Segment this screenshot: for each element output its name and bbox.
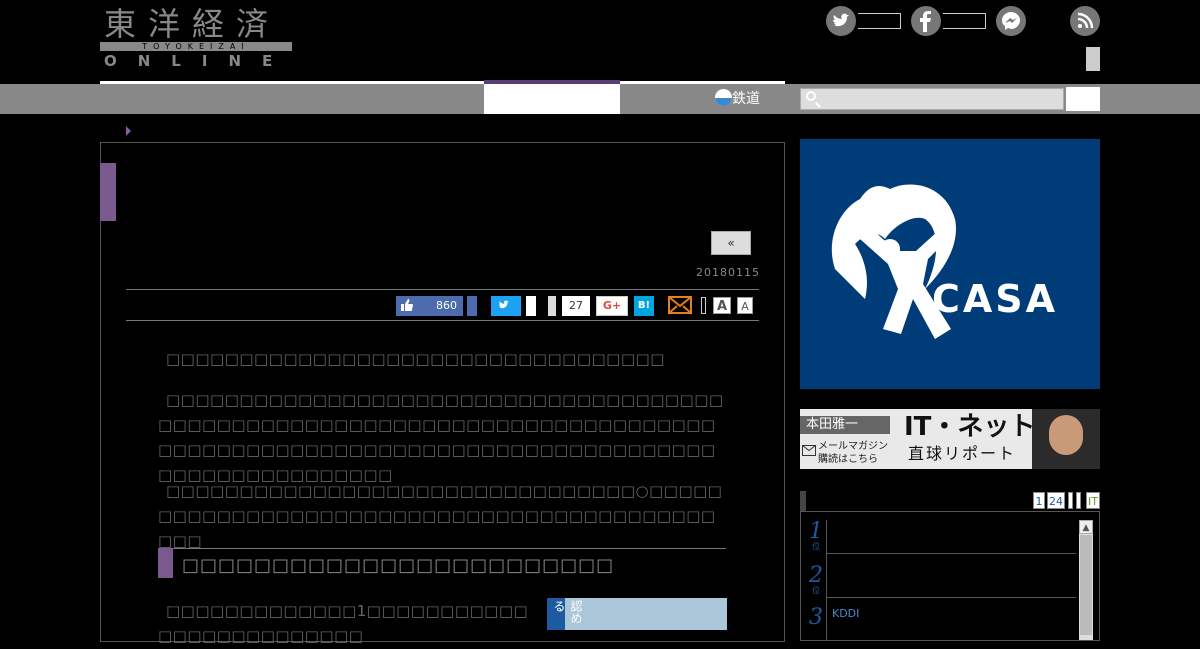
messenger-icon[interactable]: [996, 6, 1026, 36]
ranking-suffix-2: 位: [812, 586, 820, 595]
search-button[interactable]: [1066, 87, 1100, 111]
newsletter-author: 本田雅一: [800, 416, 890, 434]
pocket-count: 27: [562, 296, 590, 316]
newsletter-title-bottom: 直球リポート: [908, 444, 1017, 463]
envelope-icon: [802, 445, 816, 459]
thumbs-up-icon: [400, 298, 414, 315]
casa-brand-text: CASA: [932, 277, 1059, 321]
mail-icon[interactable]: [668, 296, 692, 316]
print-button[interactable]: [701, 297, 706, 314]
article-paragraph-3: □□□□□□□□□□□□□□□□□□□□□□□□□□□□□□□□○□□□□□□□…: [158, 482, 723, 550]
google-plus-button[interactable]: G+: [596, 296, 628, 316]
rss-icon[interactable]: [1070, 6, 1100, 36]
ranking-number-2: 2: [809, 563, 823, 588]
search-input[interactable]: [800, 88, 1064, 110]
train-icon: [715, 89, 732, 106]
book-cover-image[interactable]: 認める: [547, 598, 727, 630]
ranking-number-3: 3: [809, 605, 823, 630]
ranking-separator: [826, 553, 1076, 554]
font-size-small-button[interactable]: A: [737, 297, 753, 314]
ranking-scroll-thumb[interactable]: [1080, 535, 1092, 635]
nav-item-railway[interactable]: 鉄道: [715, 88, 760, 110]
ranking-number-1: 1: [809, 519, 823, 544]
pocket-button[interactable]: [548, 296, 556, 316]
breadcrumb-arrow-icon: [126, 126, 131, 136]
newsletter-sub-2: 購読はこちら: [818, 454, 878, 465]
subheading-rule: [158, 548, 726, 549]
ranking-separator: [826, 597, 1076, 598]
ranking-tab-3[interactable]: [1068, 492, 1073, 509]
ranking-tab-1[interactable]: 1: [1033, 492, 1045, 509]
hatena-bookmark-button[interactable]: B!: [634, 296, 654, 316]
article-paragraph-2: □□□□□□□□□□□□□□□□□□□□□□□□□□□□□□□□□□□□□□□□…: [158, 391, 724, 484]
ranking-suffix-1: 位: [812, 542, 820, 551]
article-paragraph-4: □□□□□□□□□□□□□1□□□□□□□□□□□□□□□□□□□□□□□□□: [158, 602, 529, 645]
article-title-accent: [100, 163, 116, 221]
font-size-large-button[interactable]: A: [713, 297, 731, 314]
article-subheading: □□□□□□□□□□□□□□□□□□□□□□□□: [182, 555, 615, 576]
header-side-widget[interactable]: [1086, 47, 1100, 71]
ranking-header-accent: [800, 491, 806, 511]
newsletter-title-top: IT・ネット: [904, 412, 1036, 442]
logo-online: ONLINE: [104, 52, 294, 70]
facebook-count-box: [943, 13, 986, 29]
twitter-count-box: [526, 296, 536, 316]
search-icon: [806, 91, 816, 101]
subheading-accent: [158, 548, 173, 578]
site-logo[interactable]: 東洋経済: [104, 6, 280, 42]
ranking-tab-it[interactable]: IT: [1086, 492, 1100, 509]
twitter-bird-icon: [499, 300, 509, 309]
book-title: 認める: [552, 600, 583, 624]
nav-item-railway-label: 鉄道: [732, 91, 760, 107]
article-date: 20180115: [696, 266, 760, 279]
scroll-up-icon[interactable]: ▲: [1079, 520, 1093, 534]
facebook-like-button[interactable]: 860: [396, 296, 463, 316]
author-photo-face: [1049, 415, 1083, 455]
twitter-icon[interactable]: [826, 6, 856, 36]
facebook-icon[interactable]: [911, 6, 941, 36]
twitter-count-box: [858, 13, 901, 29]
casa-ad-banner[interactable]: CASA: [800, 139, 1100, 389]
share-divider-top: [126, 289, 759, 290]
nav-tab-active[interactable]: [484, 84, 620, 114]
article-paragraph-1: □□□□□□□□□□□□□□□□□□□□□□□□□□□□□□□□□□: [166, 350, 665, 368]
ranking-item-3[interactable]: KDDI: [832, 607, 859, 621]
ranking-tab-24[interactable]: 24: [1047, 492, 1065, 509]
ranking-divider: [826, 520, 827, 640]
facebook-share-button[interactable]: [467, 296, 477, 316]
ranking-list: [800, 511, 1100, 641]
newsletter-sub-1: メールマガジン: [818, 441, 888, 452]
casa-logo-icon: [831, 184, 956, 339]
share-divider-bottom: [126, 320, 759, 321]
ranking-tab-4[interactable]: [1076, 492, 1081, 509]
twitter-share-button[interactable]: [491, 296, 521, 316]
newsletter-banner[interactable]: 本田雅一 メールマガジン 購読はこちら IT・ネット 直球リポート: [800, 409, 1100, 469]
logo-roman: TOYOKEIZAI: [142, 42, 250, 51]
facebook-like-count: 860: [436, 299, 457, 312]
prev-article-button[interactable]: «: [711, 231, 751, 255]
